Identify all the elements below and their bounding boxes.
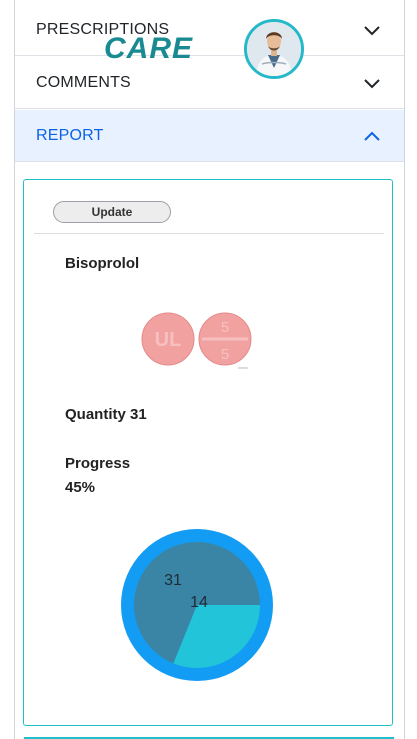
accordion-report-label: REPORT — [36, 126, 104, 144]
medication-name: Bisoprolol — [65, 255, 140, 272]
quantity-text: Quantity 31 — [65, 406, 147, 423]
report-panel: Update Bisoprolol UL 5 5 Quantity 31 Pro… — [23, 179, 393, 726]
chevron-down-icon — [364, 78, 380, 88]
accordion-report[interactable]: REPORT — [15, 110, 404, 162]
doctor-avatar[interactable] — [244, 19, 304, 79]
accordion-comments[interactable]: COMMENTS — [15, 57, 404, 109]
pill-right-bottom-mark: 5 — [221, 346, 229, 363]
pill-right-top-mark: 5 — [221, 319, 229, 336]
chevron-up-icon — [364, 131, 380, 141]
report-screen: PRESCRIPTIONS COMMENTS REPORT CARE Updat — [14, 0, 405, 739]
pie-data-label: 14 — [190, 594, 208, 611]
progress-label: Progress — [65, 455, 131, 472]
accordion-comments-label: COMMENTS — [36, 73, 131, 91]
care-logo: CARE — [104, 32, 194, 65]
chevron-down-icon — [364, 25, 380, 35]
progress-value: 45% — [65, 479, 96, 496]
progress-pie-chart: 31 14 — [121, 529, 273, 681]
divider — [34, 233, 384, 234]
doctor-avatar-icon — [247, 22, 301, 76]
medication-image: UL 5 5 — [141, 312, 252, 369]
pie-data-label: 31 — [164, 572, 182, 589]
accordion-prescriptions[interactable]: PRESCRIPTIONS — [15, 4, 404, 56]
update-button[interactable]: Update — [53, 201, 171, 223]
pill-left-mark: UL — [155, 329, 182, 351]
